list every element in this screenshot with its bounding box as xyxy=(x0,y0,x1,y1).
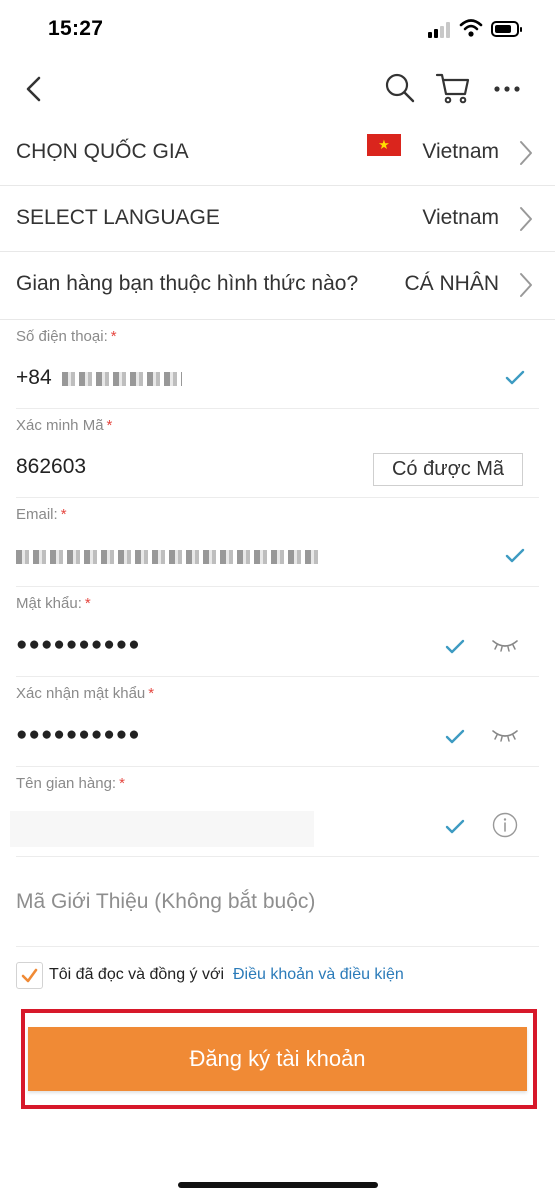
shop-name-field[interactable]: Tên gian hàng: * xyxy=(0,767,555,857)
confirm-password-field[interactable]: Xác nhận mật khẩu * ●●●●●●●●●● xyxy=(0,677,555,767)
country-label: CHỌN QUỐC GIA xyxy=(16,140,189,163)
home-indicator xyxy=(178,1182,378,1188)
search-icon[interactable] xyxy=(384,72,416,104)
terms-link[interactable]: Điều khoản và điều kiện xyxy=(233,966,404,984)
agree-checkbox[interactable] xyxy=(16,962,43,989)
country-value: Vietnam xyxy=(422,140,499,163)
confirm-password-value: ●●●●●●●●●● xyxy=(16,724,141,745)
check-icon xyxy=(445,639,465,654)
vietnam-flag-icon: ★ xyxy=(367,134,401,156)
signal-icon xyxy=(428,22,454,38)
nav-bar xyxy=(0,60,555,120)
password-label: Mật khẩu: * xyxy=(16,595,91,612)
verify-code-label: Xác minh Mã * xyxy=(16,417,113,434)
cart-icon[interactable] xyxy=(435,70,471,106)
check-icon xyxy=(445,729,465,744)
shop-name-label: Tên gian hàng: * xyxy=(16,775,125,792)
shop-type-value: CÁ NHÂN xyxy=(404,272,499,295)
password-value: ●●●●●●●●●● xyxy=(16,634,141,655)
phone-number-redacted xyxy=(62,372,182,386)
eye-closed-icon[interactable] xyxy=(491,637,519,653)
wifi-icon xyxy=(459,19,483,37)
check-icon xyxy=(505,548,525,563)
confirm-password-label: Xác nhận mật khẩu * xyxy=(16,685,155,702)
agree-text: Tôi đã đọc và đồng ý với xyxy=(49,966,225,983)
check-icon xyxy=(445,819,465,834)
shop-name-value-redacted xyxy=(10,811,314,847)
email-field[interactable]: Email: * xyxy=(0,498,555,587)
battery-icon xyxy=(491,21,522,37)
phone-prefix: +84 xyxy=(16,366,52,389)
check-icon xyxy=(21,968,38,983)
country-select-row[interactable]: CHỌN QUỐC GIA ★ Vietnam xyxy=(0,120,555,186)
status-time: 15:27 xyxy=(48,17,104,40)
chevron-right-icon xyxy=(520,273,532,297)
check-icon xyxy=(505,370,525,385)
phone-field[interactable]: Số điện thoại: * +84 xyxy=(0,320,555,409)
email-label: Email: * xyxy=(16,506,67,523)
get-code-button[interactable]: Có được Mã xyxy=(373,453,523,486)
chevron-right-icon xyxy=(520,141,532,165)
eye-closed-icon[interactable] xyxy=(491,727,519,743)
register-button[interactable]: Đăng ký tài khoản xyxy=(28,1027,527,1091)
status-bar: 15:27 xyxy=(0,0,555,60)
chevron-right-icon xyxy=(520,207,532,231)
info-icon[interactable] xyxy=(492,812,518,838)
verify-code-value: 862603 xyxy=(16,455,87,478)
referral-code-input[interactable]: Mã Giới Thiệu (Không bắt buộc) xyxy=(16,890,315,914)
language-select-row[interactable]: SELECT LANGUAGE Vietnam xyxy=(0,186,555,252)
language-label: SELECT LANGUAGE xyxy=(16,206,220,229)
language-value: Vietnam xyxy=(422,206,499,229)
shop-type-select-row[interactable]: Gian hàng bạn thuộc hình thức nào? CÁ NH… xyxy=(0,252,555,320)
email-value-redacted xyxy=(16,550,318,564)
password-field[interactable]: Mật khẩu: * ●●●●●●●●●● xyxy=(0,587,555,677)
more-horizontal-icon[interactable] xyxy=(492,74,522,104)
phone-label: Số điện thoại: * xyxy=(16,328,117,345)
chevron-left-icon[interactable] xyxy=(20,74,50,104)
shop-type-label: Gian hàng bạn thuộc hình thức nào? xyxy=(16,272,359,295)
